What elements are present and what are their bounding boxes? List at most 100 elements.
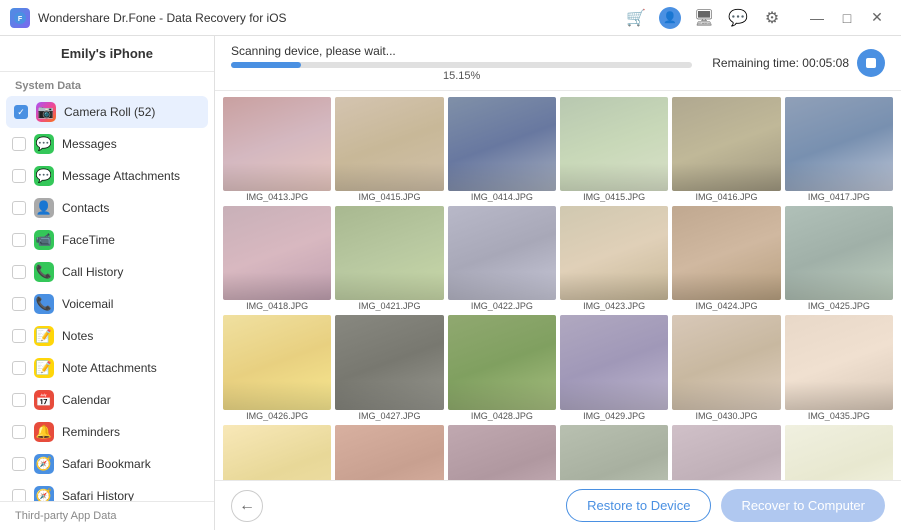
photo-thumb-18: [223, 425, 331, 480]
photo-item-21[interactable]: IMG_0439.JPG: [560, 425, 668, 480]
sidebar-checkbox-camera-roll[interactable]: ✓: [14, 105, 28, 119]
sidebar-checkbox-call-history[interactable]: [12, 265, 26, 279]
photo-label-17: IMG_0435.JPG: [785, 411, 893, 421]
sidebar-item-note-attachments[interactable]: 📝Note Attachments: [0, 352, 214, 384]
sidebar-checkbox-note-attachments[interactable]: [12, 361, 26, 375]
sidebar-item-notes[interactable]: 📝Notes: [0, 320, 214, 352]
photo-thumb-16: [672, 315, 780, 409]
photo-item-2[interactable]: IMG_0414.JPG: [448, 97, 556, 202]
sidebar-item-calendar[interactable]: 📅Calendar: [0, 384, 214, 416]
photo-grid-wrap: IMG_0413.JPGIMG_0415.JPGIMG_0414.JPGIMG_…: [215, 91, 901, 480]
photo-item-22[interactable]: IMG_0440.JPG: [672, 425, 780, 480]
sidebar-checkbox-safari-history[interactable]: [12, 489, 26, 501]
photo-item-0[interactable]: IMG_0413.JPG: [223, 97, 331, 202]
sidebar-label-call-history: Call History: [62, 265, 123, 279]
close-button[interactable]: ✕: [863, 4, 891, 32]
photo-item-14[interactable]: IMG_0428.JPG: [448, 315, 556, 420]
photo-thumb-21: [560, 425, 668, 480]
photo-item-17[interactable]: IMG_0435.JPG: [785, 315, 893, 420]
sidebar-checkbox-facetime[interactable]: [12, 233, 26, 247]
photo-label-14: IMG_0428.JPG: [448, 411, 556, 421]
photo-thumb-0: [223, 97, 331, 191]
sidebar-label-camera-roll: Camera Roll (52): [64, 105, 155, 119]
photo-thumb-20: [448, 425, 556, 480]
maximize-button[interactable]: □: [833, 4, 861, 32]
sidebar-item-contacts[interactable]: 👤Contacts: [0, 192, 214, 224]
sidebar-item-reminders[interactable]: 🔔Reminders: [0, 416, 214, 448]
restore-device-button[interactable]: Restore to Device: [566, 489, 711, 522]
sidebar: Emily's iPhone System Data ✓📷Camera Roll…: [0, 36, 215, 530]
feedback-icon[interactable]: 💬: [727, 7, 749, 29]
back-button[interactable]: ←: [231, 490, 263, 522]
photo-item-19[interactable]: IMG_0437.JPG: [335, 425, 443, 480]
photo-label-8: IMG_0422.JPG: [448, 301, 556, 311]
photo-item-6[interactable]: IMG_0418.JPG: [223, 206, 331, 311]
photo-item-7[interactable]: IMG_0421.JPG: [335, 206, 443, 311]
photo-label-16: IMG_0430.JPG: [672, 411, 780, 421]
photo-item-8[interactable]: IMG_0422.JPG: [448, 206, 556, 311]
photo-label-11: IMG_0425.JPG: [785, 301, 893, 311]
photo-thumb-4: [672, 97, 780, 191]
sidebar-item-safari-history[interactable]: 🧭Safari History: [0, 480, 214, 501]
svg-text:F: F: [18, 16, 23, 23]
sidebar-item-message-attachments[interactable]: 💬Message Attachments: [0, 160, 214, 192]
photo-item-12[interactable]: IMG_0426.JPG: [223, 315, 331, 420]
sidebar-items-list: ✓📷Camera Roll (52)💬Messages💬Message Atta…: [0, 96, 214, 501]
sidebar-item-camera-roll[interactable]: ✓📷Camera Roll (52): [6, 96, 208, 128]
photo-item-9[interactable]: IMG_0423.JPG: [560, 206, 668, 311]
photo-item-23[interactable]: IMG_0441.JPG: [785, 425, 893, 480]
sidebar-checkbox-contacts[interactable]: [12, 201, 26, 215]
photo-thumb-12: [223, 315, 331, 409]
minimize-button[interactable]: —: [803, 4, 831, 32]
sidebar-item-voicemail[interactable]: 📞Voicemail: [0, 288, 214, 320]
photo-label-5: IMG_0417.JPG: [785, 192, 893, 202]
photo-thumb-1: [335, 97, 443, 191]
app-logo: F: [10, 8, 30, 28]
user-icon[interactable]: 👤: [659, 7, 681, 29]
system-data-label: System Data: [0, 72, 214, 96]
sidebar-checkbox-notes[interactable]: [12, 329, 26, 343]
photo-item-4[interactable]: IMG_0416.JPG: [672, 97, 780, 202]
sidebar-item-call-history[interactable]: 📞Call History: [0, 256, 214, 288]
photo-item-20[interactable]: IMG_0438.JPG: [448, 425, 556, 480]
sidebar-item-messages[interactable]: 💬Messages: [0, 128, 214, 160]
title-bar-icons: 🛒 👤 🖥 💬 ⚙ — □ ✕: [625, 4, 891, 32]
photo-item-10[interactable]: IMG_0424.JPG: [672, 206, 780, 311]
recover-computer-button[interactable]: Recover to Computer: [721, 489, 885, 522]
sidebar-checkbox-reminders[interactable]: [12, 425, 26, 439]
stop-icon: [866, 58, 876, 68]
sidebar-label-facetime: FaceTime: [62, 233, 115, 247]
sidebar-checkbox-message-attachments[interactable]: [12, 169, 26, 183]
sidebar-label-reminders: Reminders: [62, 425, 120, 439]
photo-item-11[interactable]: IMG_0425.JPG: [785, 206, 893, 311]
photo-thumb-8: [448, 206, 556, 300]
sidebar-item-facetime[interactable]: 📹FaceTime: [0, 224, 214, 256]
photo-item-15[interactable]: IMG_0429.JPG: [560, 315, 668, 420]
noteattach-icon: 📝: [34, 358, 54, 378]
sidebar-checkbox-messages[interactable]: [12, 137, 26, 151]
photo-label-1: IMG_0415.JPG: [335, 192, 443, 202]
photo-item-16[interactable]: IMG_0430.JPG: [672, 315, 780, 420]
photo-item-1[interactable]: IMG_0415.JPG: [335, 97, 443, 202]
sidebar-checkbox-safari-bookmark[interactable]: [12, 457, 26, 471]
photo-item-18[interactable]: IMG_0436.JPG: [223, 425, 331, 480]
progress-bar-wrap: [231, 62, 692, 68]
photo-thumb-19: [335, 425, 443, 480]
sidebar-checkbox-voicemail[interactable]: [12, 297, 26, 311]
monitor-icon[interactable]: 🖥: [693, 7, 715, 29]
photo-label-15: IMG_0429.JPG: [560, 411, 668, 421]
photo-item-13[interactable]: IMG_0427.JPG: [335, 315, 443, 420]
photo-item-3[interactable]: IMG_0415.JPG: [560, 97, 668, 202]
stop-scan-button[interactable]: [857, 49, 885, 77]
photo-item-5[interactable]: IMG_0417.JPG: [785, 97, 893, 202]
title-bar: F Wondershare Dr.Fone - Data Recovery fo…: [0, 0, 901, 36]
sidebar-item-safari-bookmark[interactable]: 🧭Safari Bookmark: [0, 448, 214, 480]
photo-thumb-6: [223, 206, 331, 300]
cart-icon[interactable]: 🛒: [625, 7, 647, 29]
remaining-time: Remaining time: 00:05:08: [712, 56, 849, 70]
contacts-icon: 👤: [34, 198, 54, 218]
sidebar-checkbox-calendar[interactable]: [12, 393, 26, 407]
photo-thumb-9: [560, 206, 668, 300]
window-controls: — □ ✕: [803, 4, 891, 32]
settings-icon[interactable]: ⚙: [761, 7, 783, 29]
